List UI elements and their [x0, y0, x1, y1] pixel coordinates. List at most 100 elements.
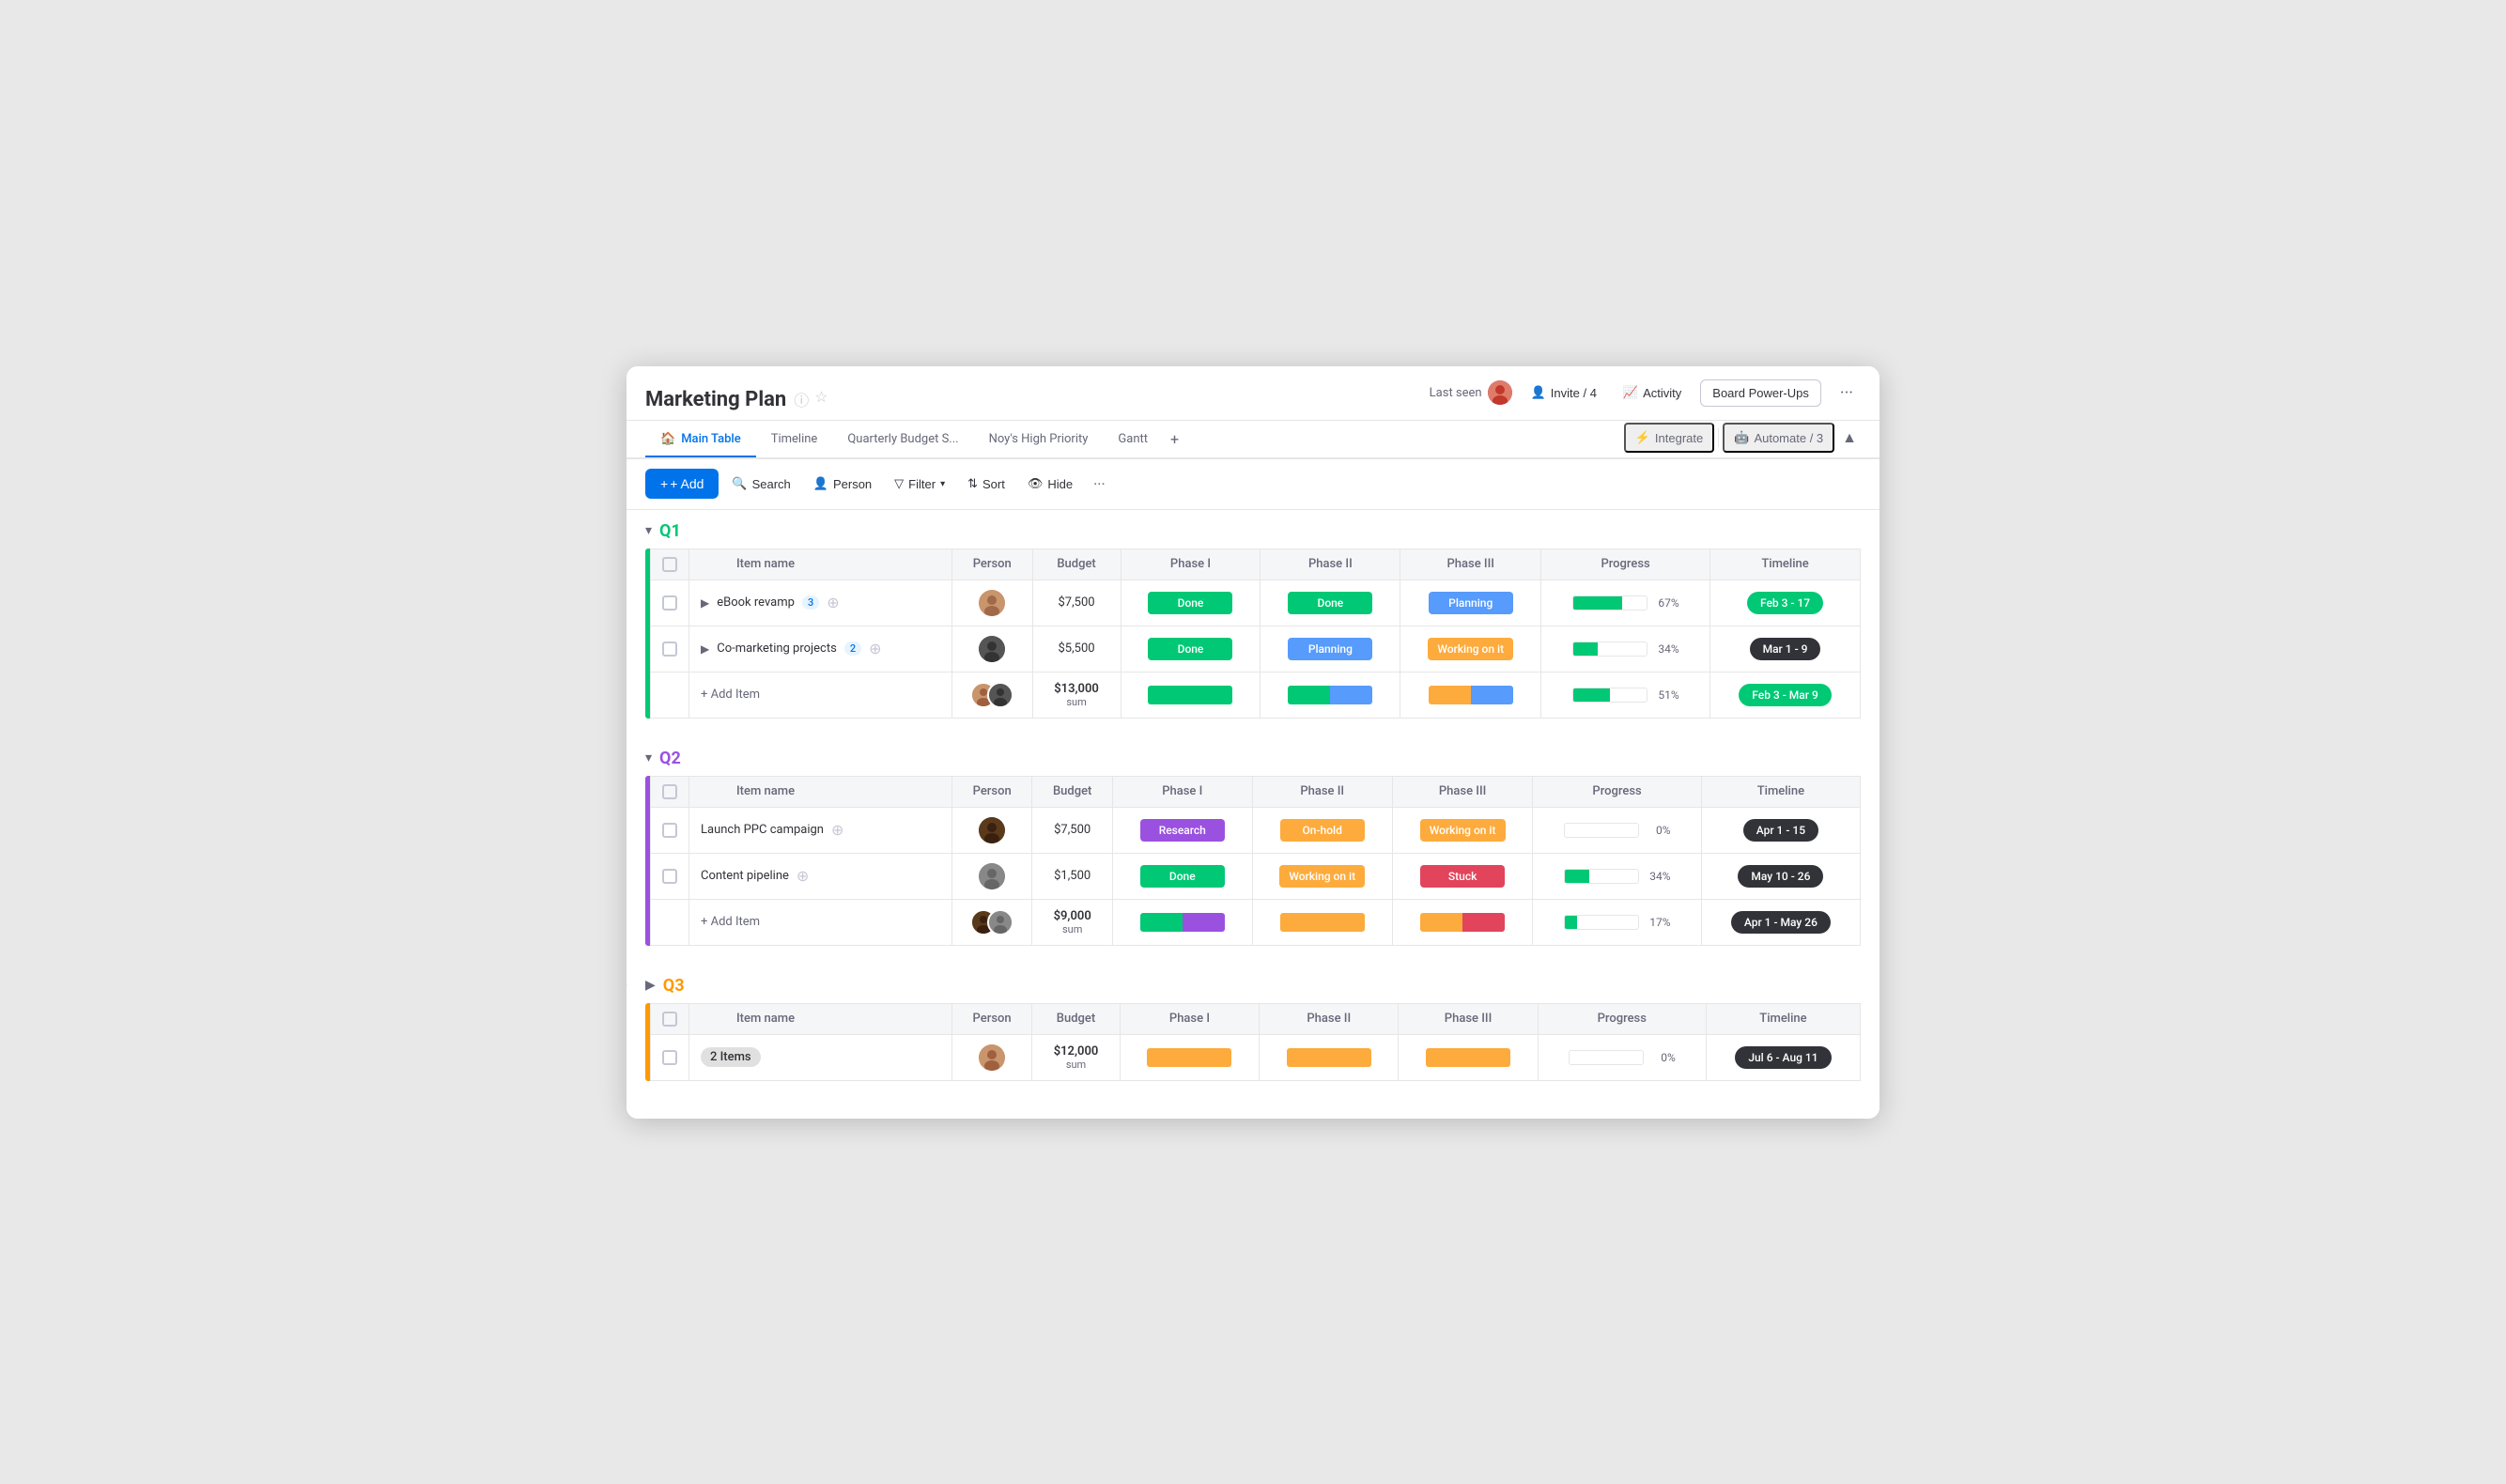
- q3-header-row: Item name Person Budget Phase I Phase II…: [651, 1003, 1861, 1034]
- q3-items-badge: 2 Items: [701, 1047, 761, 1067]
- select-all-q2[interactable]: [662, 784, 677, 799]
- tab-gantt[interactable]: Gantt: [1103, 423, 1163, 457]
- integrate-button[interactable]: ⚡ Integrate: [1624, 423, 1715, 453]
- group-q3-collapse[interactable]: ▶: [645, 978, 656, 993]
- row1-name-text[interactable]: eBook revamp: [717, 595, 795, 610]
- chevron-up-icon[interactable]: ▲: [1838, 425, 1861, 451]
- q3-col-item: Item name: [689, 1003, 952, 1034]
- person-button[interactable]: 👤 Person: [804, 470, 881, 498]
- activity-button[interactable]: 📈 Activity: [1616, 380, 1689, 405]
- row1-expand[interactable]: ▶: [701, 596, 709, 610]
- q2-sum-progress-pct: 17%: [1645, 916, 1671, 929]
- q3-progress-pct: 0%: [1649, 1051, 1676, 1064]
- q2-row1-timeline-badge: Apr 1 - 15: [1743, 819, 1818, 842]
- q3-col-phase2: Phase II: [1260, 1003, 1399, 1034]
- home-icon: 🏠: [660, 432, 675, 446]
- q2-row1-name-text[interactable]: Launch PPC campaign: [701, 823, 824, 837]
- q3-row-checkbox[interactable]: [662, 1050, 677, 1065]
- q3-ph3-seg1: [1426, 1048, 1510, 1067]
- q2-row1-checkbox[interactable]: [662, 823, 677, 838]
- row1-person: [952, 580, 1033, 626]
- row1-checkbox[interactable]: [662, 595, 677, 611]
- select-all-q3[interactable]: [662, 1012, 677, 1027]
- q3-phase1-cell: [1120, 1034, 1259, 1080]
- automate-button[interactable]: 🤖 Automate / 3: [1723, 423, 1834, 453]
- row1-phase3-badge[interactable]: Planning: [1429, 592, 1513, 614]
- avatar: [1488, 380, 1512, 405]
- q2-row2-add-icon[interactable]: ⊕: [797, 867, 809, 885]
- sort-button[interactable]: ⇅ Sort: [958, 470, 1014, 498]
- q2-row1-phase1-badge[interactable]: Research: [1140, 819, 1225, 842]
- q1-sum-progress-pct: 51%: [1653, 688, 1679, 702]
- q2-row1-add-icon[interactable]: ⊕: [831, 821, 843, 839]
- q2-ph1-seg2: [1183, 913, 1225, 932]
- q1-header-row: Item name Person Budget Phase I Phase II…: [651, 549, 1861, 580]
- row1-timeline-badge: Feb 3 - 17: [1747, 592, 1823, 614]
- row1-phase1-badge[interactable]: Done: [1148, 592, 1232, 614]
- q2-row1-phase2-badge[interactable]: On-hold: [1280, 819, 1365, 842]
- q2-row2-timeline-badge: May 10 - 26: [1738, 865, 1823, 888]
- q2-row2-phase2-badge[interactable]: Working on it: [1279, 865, 1365, 888]
- group-q1-collapse[interactable]: ▾: [645, 523, 652, 538]
- q2-row2-checkbox[interactable]: [662, 869, 677, 884]
- q2-row2-phase3-badge[interactable]: Stuck: [1420, 865, 1505, 888]
- q2-row1-phase3-badge[interactable]: Working on it: [1420, 819, 1506, 842]
- search-button[interactable]: 🔍 Search: [722, 470, 799, 498]
- row2-checkbox[interactable]: [662, 642, 677, 657]
- hide-button[interactable]: 👁 Hide: [1018, 470, 1082, 498]
- board-powerups-button[interactable]: Board Power-Ups: [1700, 379, 1821, 407]
- q2-row1-progress-bar: [1564, 823, 1639, 838]
- row2-phase3-badge[interactable]: Working on it: [1428, 638, 1513, 660]
- q1-ph2-seg2: [1330, 686, 1372, 704]
- q2-col-budget: Budget: [1032, 776, 1113, 807]
- row2-phase2-badge[interactable]: Planning: [1288, 638, 1372, 660]
- group-q3-table-wrapper: Item name Person Budget Phase I Phase II…: [626, 1003, 1880, 1081]
- q3-phase2-cell: [1260, 1034, 1399, 1080]
- q2-phase1-stack: [1140, 913, 1225, 932]
- group-q2-title: Q2: [659, 749, 681, 768]
- row1-phase2-badge[interactable]: Done: [1288, 592, 1372, 614]
- row1-add-icon[interactable]: ⊕: [827, 594, 839, 611]
- tab-noy-high-priority[interactable]: Noy's High Priority: [974, 423, 1104, 457]
- main-content: ▾ Q1 Item name Person Budget Phase I: [626, 510, 1880, 1119]
- info-icon[interactable]: ⓘ: [794, 388, 809, 410]
- q3-phase2-stack: [1287, 1048, 1371, 1067]
- group-q2-collapse[interactable]: ▾: [645, 750, 652, 765]
- row1-progress-bar: [1572, 595, 1647, 611]
- q3-budget-cell: $12,000 sum: [1032, 1034, 1121, 1080]
- q2-row1-progress-pct: 0%: [1645, 824, 1671, 837]
- row1-check: [651, 580, 689, 626]
- toolbar-more-button[interactable]: ···: [1086, 469, 1113, 500]
- tab-add-button[interactable]: +: [1163, 421, 1186, 457]
- q1-add-item-cell[interactable]: + Add Item: [689, 672, 952, 718]
- q1-col-phase2: Phase II: [1261, 549, 1400, 580]
- q3-progress-cell-inner: 0%: [1550, 1050, 1694, 1065]
- star-icon[interactable]: ☆: [814, 388, 828, 410]
- tab-main-table[interactable]: 🏠 Main Table: [645, 423, 756, 457]
- q1-phase1-stack: [1148, 686, 1232, 704]
- q2-row2-name-text[interactable]: Content pipeline: [701, 869, 789, 883]
- q2-sum-phase3: [1392, 899, 1532, 945]
- row2-add-icon[interactable]: ⊕: [869, 640, 881, 657]
- q2-row2-timeline: May 10 - 26: [1701, 853, 1860, 899]
- tab-quarterly-budget[interactable]: Quarterly Budget S...: [832, 423, 973, 457]
- q2-row2-phase3: Stuck: [1392, 853, 1532, 899]
- q2-row2-progress-pct: 34%: [1645, 870, 1671, 883]
- row2-phase1-badge[interactable]: Done: [1148, 638, 1232, 660]
- row2-expand[interactable]: ▶: [701, 642, 709, 656]
- select-all-q1[interactable]: [662, 557, 677, 572]
- group-q3: ··· ▶ Q3 Item name Person Budget: [626, 965, 1880, 1081]
- q2-add-item-cell[interactable]: + Add Item: [689, 899, 952, 945]
- hide-icon: 👁: [1028, 476, 1044, 491]
- row2-name-text[interactable]: Co-marketing projects: [717, 642, 837, 656]
- add-button[interactable]: + + Add: [645, 469, 719, 499]
- row2-check: [651, 626, 689, 672]
- filter-button[interactable]: ▽ Filter ▾: [885, 470, 954, 498]
- more-button[interactable]: ···: [1833, 379, 1861, 407]
- title-icons: ⓘ ☆: [794, 388, 828, 410]
- invite-button[interactable]: 👤 Invite / 4: [1524, 380, 1604, 405]
- q2-row2-phase1-badge[interactable]: Done: [1140, 865, 1225, 888]
- q3-phase1-stack: [1147, 1048, 1231, 1067]
- tabs-bar: 🏠 Main Table Timeline Quarterly Budget S…: [626, 421, 1880, 459]
- tab-timeline[interactable]: Timeline: [756, 423, 833, 457]
